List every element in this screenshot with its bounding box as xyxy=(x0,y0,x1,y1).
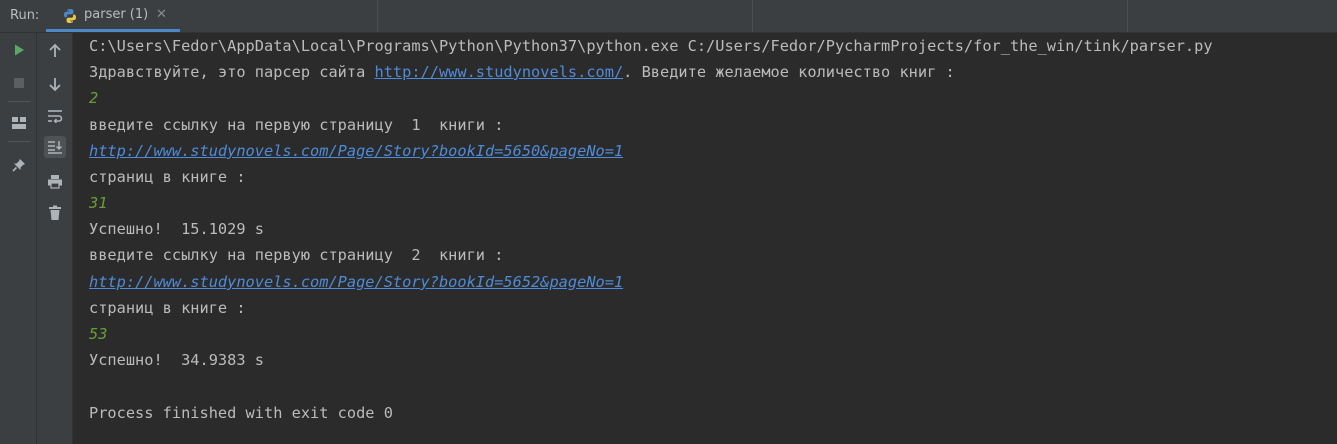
python-icon xyxy=(64,9,76,23)
stop-icon[interactable] xyxy=(8,72,30,94)
console-command-line: C:\Users\Fedor\AppData\Local\Programs\Py… xyxy=(89,37,1213,55)
close-icon[interactable]: ✕ xyxy=(156,7,167,22)
console-success-2: Успешно! 34.9383 s xyxy=(89,351,264,369)
greeting-prefix: Здравствуйте, это парсер сайта xyxy=(89,63,375,81)
console-pages-prompt-1: страниц в книге : xyxy=(89,168,246,186)
trash-icon[interactable] xyxy=(44,202,66,224)
header-divider xyxy=(377,0,378,32)
console-pages-prompt-2: страниц в книге : xyxy=(89,299,246,317)
user-input-books: 2 xyxy=(89,89,99,107)
pin-icon[interactable] xyxy=(8,154,30,176)
console-controls-toolbar xyxy=(37,33,73,444)
scroll-to-end-icon[interactable] xyxy=(44,136,66,158)
console-prompt-link-1: введите ссылку на первую страницу 1 книг… xyxy=(89,116,504,134)
header-divider xyxy=(1127,0,1128,32)
console-prompt-link-2: введите ссылку на первую страницу 2 книг… xyxy=(89,246,504,264)
site-link[interactable]: http://www.studynovels.com/ xyxy=(375,63,624,81)
tab-parser[interactable]: parser (1) ✕ xyxy=(46,0,180,32)
console-success-1: Успешно! 15.1029 s xyxy=(89,220,264,238)
console-output[interactable]: C:\Users\Fedor\AppData\Local\Programs\Py… xyxy=(73,33,1337,444)
greeting-suffix: . Введите желаемое количество книг : xyxy=(623,63,955,81)
up-arrow-icon[interactable] xyxy=(44,40,66,62)
print-icon[interactable] xyxy=(44,170,66,192)
toolbar-separator xyxy=(8,101,30,102)
console-finished-line: Process finished with exit code 0 xyxy=(89,404,393,422)
user-input-pages-1: 31 xyxy=(89,194,108,212)
tab-label: parser (1) xyxy=(84,7,149,22)
user-input-pages-2: 53 xyxy=(89,325,108,343)
book-link-1[interactable]: http://www.studynovels.com/Page/Story?bo… xyxy=(89,141,623,161)
toolbar-separator xyxy=(8,141,30,142)
console-greeting-line: Здравствуйте, это парсер сайта http://ww… xyxy=(89,62,955,82)
run-tool-window-header: Run: parser (1) ✕ xyxy=(0,0,1337,33)
soft-wrap-icon[interactable] xyxy=(44,105,66,127)
run-controls-toolbar xyxy=(0,33,37,444)
book-link-2[interactable]: http://www.studynovels.com/Page/Story?bo… xyxy=(89,272,623,292)
header-divider xyxy=(752,0,753,32)
layout-icon[interactable] xyxy=(8,112,30,134)
run-label: Run: xyxy=(10,8,40,23)
run-icon[interactable] xyxy=(8,39,30,61)
down-arrow-icon[interactable] xyxy=(44,73,66,95)
